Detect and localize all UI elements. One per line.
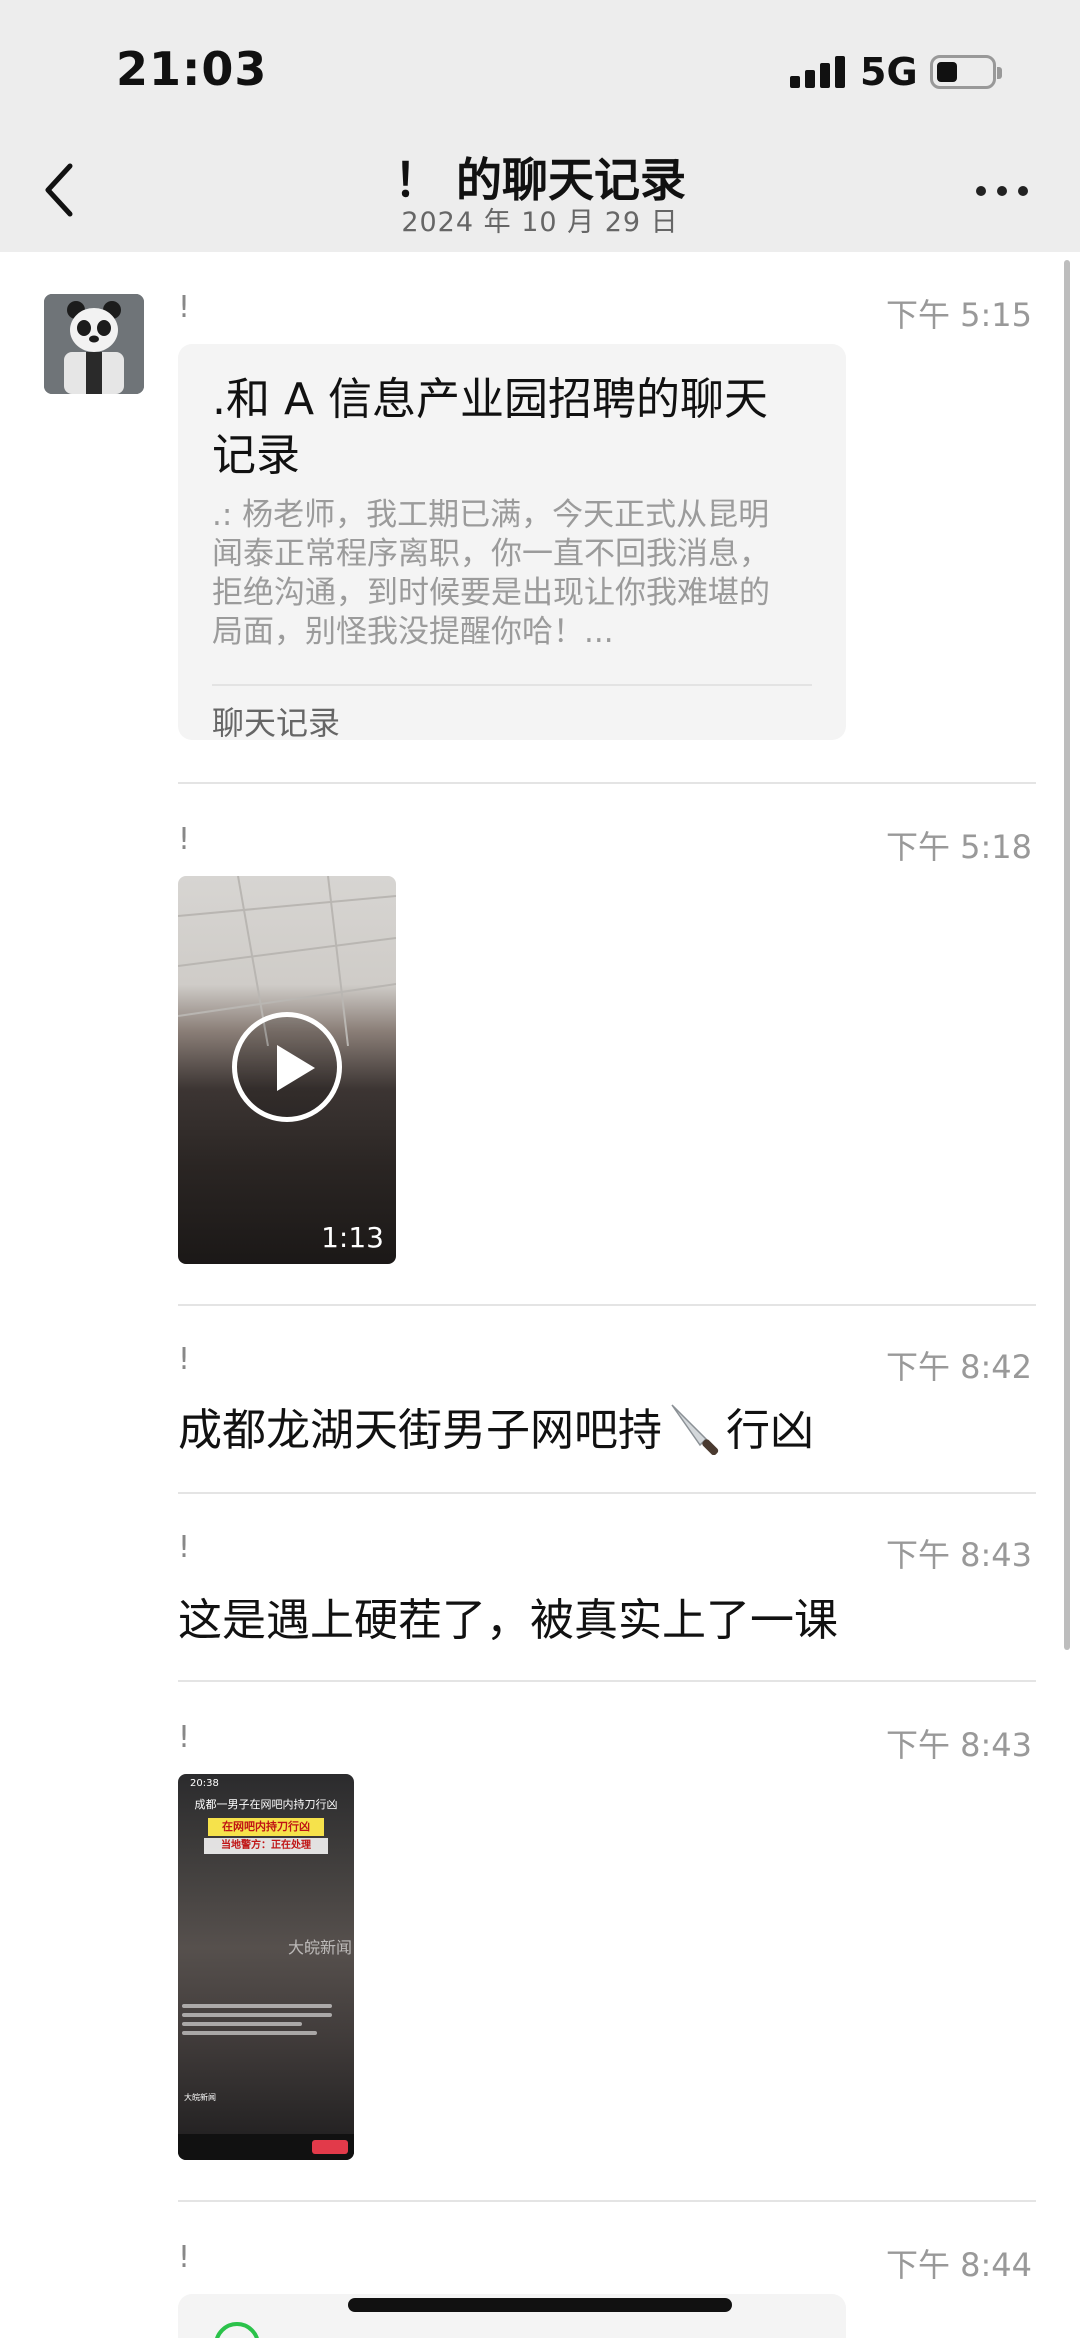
message-text[interactable]: 这是遇上硬茬了，被真实上了一课 <box>178 1584 838 1648</box>
sender-name: ! <box>178 2240 191 2275</box>
message-time: 下午 8:42 <box>885 1348 1032 1386</box>
battery-icon <box>930 55 1002 89</box>
more-dot-icon <box>976 186 986 196</box>
message-time: 下午 8:43 <box>885 1536 1032 1574</box>
message-divider <box>178 782 1036 784</box>
image-caption-lines <box>182 2004 332 2040</box>
scrollbar[interactable] <box>1064 260 1070 1650</box>
image-status-time: 20:38 <box>190 1778 219 1789</box>
video-thumbnail[interactable]: 1:13 <box>178 876 396 1264</box>
message-divider <box>178 1304 1036 1306</box>
message-text[interactable]: 成都龙湖天街男子网吧持 行凶 <box>178 1394 814 1458</box>
card-title: .和 A 信息产业园招聘的聊天记录 <box>212 374 769 481</box>
image-source: 大皖新闻 <box>184 2093 216 2102</box>
image-sub-banner: 当地警方：正在处理 <box>204 1838 328 1854</box>
chat-record-card[interactable]: .和 A 信息产业园招聘的聊天记录 .: 杨老师，我工期已满，今天正式从昆明闻泰… <box>178 344 846 742</box>
sender-name: ! <box>178 1530 191 1565</box>
sender-name: ! <box>178 1342 191 1377</box>
card-divider <box>212 684 812 686</box>
message-time: 下午 8:44 <box>885 2246 1032 2284</box>
message-text-part: 行凶 <box>726 1405 814 1456</box>
sender-name: ! <box>178 822 191 857</box>
play-icon[interactable] <box>232 1012 342 1122</box>
card-footer: 聊天记录 <box>212 704 341 742</box>
sender-name: ! <box>178 290 191 325</box>
status-time: 21:03 <box>116 42 268 96</box>
image-thumbnail[interactable]: 20:38 成都一男子在网吧内持刀行凶 在网吧内持刀行凶 当地警方：正在处理 大… <box>178 1774 354 2160</box>
more-dot-icon <box>997 186 1007 196</box>
home-indicator[interactable] <box>348 2298 732 2312</box>
message-time: 下午 5:18 <box>885 828 1032 866</box>
message-text-part: 成都龙湖天街男子网吧持 <box>178 1405 662 1456</box>
message-time: 下午 5:15 <box>885 296 1032 334</box>
network-label: 5G <box>860 50 918 94</box>
card-preview: .: 杨老师，我工期已满，今天正式从昆明闻泰正常程序离职，你一直不回我消息，拒绝… <box>212 497 770 650</box>
image-bottom-bar <box>178 2134 354 2160</box>
app-logo-icon <box>214 2322 260 2338</box>
panda-avatar-icon <box>44 294 144 394</box>
knife-icon <box>671 1404 719 1455</box>
message-divider <box>178 2200 1036 2202</box>
message-divider <box>178 1680 1036 1682</box>
sender-name: ! <box>178 1720 191 1755</box>
image-headline: 成都一男子在网吧内持刀行凶 <box>194 1798 338 1811</box>
more-dot-icon <box>1018 186 1028 196</box>
message-time: 下午 8:43 <box>885 1726 1032 1764</box>
header-area: 21:03 5G ！ 的聊天记录 2024 年 10 月 29 日 <box>0 0 1080 252</box>
video-duration: 1:13 <box>321 1221 384 1254</box>
message-divider <box>178 1492 1036 1494</box>
signal-icon <box>790 56 846 88</box>
page-subtitle: 2024 年 10 月 29 日 <box>401 207 679 238</box>
more-button[interactable] <box>972 180 1032 204</box>
avatar[interactable] <box>44 294 144 394</box>
image-banner: 在网吧内持刀行凶 <box>208 1818 324 1836</box>
image-watermark: 大皖新闻 <box>288 1938 353 1957</box>
